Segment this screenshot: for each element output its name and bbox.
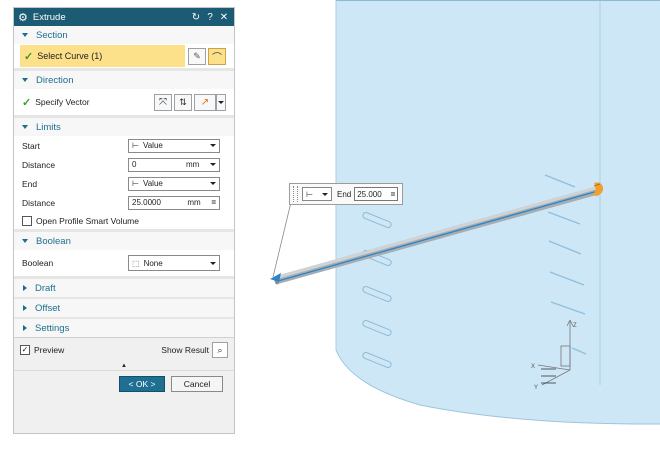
cylinder-body bbox=[336, 0, 660, 425]
caret-down-icon bbox=[22, 78, 28, 82]
inferred-vector-icon: ↗ bbox=[200, 96, 210, 108]
end-distance-label: Distance bbox=[22, 197, 56, 208]
end-label: End bbox=[337, 189, 352, 199]
boolean-label: Boolean bbox=[22, 258, 54, 268]
triad-y-label: Y bbox=[534, 385, 538, 391]
vector-options-dropdown[interactable] bbox=[216, 93, 226, 111]
end-distance-field[interactable]: 25.0000 mm = bbox=[128, 195, 220, 210]
draft-group-label: Draft bbox=[35, 282, 56, 294]
start-distance-unit: mm bbox=[186, 160, 200, 169]
magnifier-icon: ⌕ bbox=[217, 344, 223, 355]
start-select[interactable]: ⊢ Value bbox=[128, 138, 220, 153]
direction-group-label: Direction bbox=[36, 74, 74, 86]
start-value: Value bbox=[142, 141, 163, 150]
tip-leader-line bbox=[272, 197, 293, 278]
end-distance-onscreen-input: ⊢ End 25.000 = bbox=[289, 183, 403, 205]
start-distance-field[interactable]: 0 mm bbox=[128, 157, 220, 172]
check-icon: ✓ bbox=[22, 96, 32, 109]
extrude-dialog: ⚙ Extrude ↻ ? ✕ Section ✓ Select Curve (… bbox=[13, 7, 235, 434]
expand-footer-icon[interactable]: ▲ bbox=[14, 362, 234, 370]
section-group-body: ✓ Select Curve (1) ✎ ⌒ bbox=[14, 44, 234, 68]
end-value-field[interactable]: 25.000 = bbox=[354, 187, 399, 201]
curve-icon: ⌒ bbox=[212, 52, 222, 64]
value-type-icon: ⊢ bbox=[306, 189, 313, 199]
boolean-none-icon: ⬚ bbox=[132, 258, 140, 268]
caret-down-icon bbox=[22, 239, 28, 243]
end-distance-value: 25.0000 bbox=[132, 198, 161, 207]
limits-group-body: Start ⊢ Value Distance 0 mm End ⊢ Value bbox=[14, 136, 234, 229]
select-curve-row[interactable]: ✓ Select Curve (1) bbox=[20, 45, 185, 67]
caret-down-icon bbox=[22, 33, 28, 37]
show-result-button[interactable]: ⌕ bbox=[212, 342, 228, 358]
open-profile-checkbox[interactable] bbox=[22, 215, 32, 226]
preview-checkbox[interactable]: ✓ bbox=[20, 345, 30, 355]
section-group-header[interactable]: Section bbox=[14, 26, 234, 44]
boolean-group-header[interactable]: Boolean bbox=[14, 232, 234, 250]
direction-group-body: ✓ Specify Vector ⤧ ⇅ ↗ bbox=[14, 89, 234, 115]
end-select[interactable]: ⊢ Value bbox=[128, 176, 220, 191]
limits-group-header[interactable]: Limits bbox=[14, 118, 234, 136]
end-value: Value bbox=[142, 179, 163, 188]
reset-icon[interactable]: ↻ bbox=[190, 12, 202, 23]
boolean-select[interactable]: ⬚ None bbox=[128, 255, 220, 271]
limits-group-label: Limits bbox=[36, 121, 61, 133]
caret-right-icon bbox=[23, 325, 27, 331]
grip-handle-icon[interactable] bbox=[293, 186, 298, 202]
reverse-direction-button[interactable]: ⇅ bbox=[174, 93, 192, 111]
start-distance-label: Distance bbox=[22, 159, 56, 170]
dialog-titlebar[interactable]: ⚙ Extrude ↻ ? ✕ bbox=[14, 8, 234, 26]
offset-group-header[interactable]: Offset bbox=[14, 299, 234, 317]
boolean-group-body: Boolean ⬚ None bbox=[14, 250, 234, 276]
triad-x-label: X bbox=[531, 364, 535, 370]
value-type-icon: ⊢ bbox=[132, 179, 139, 188]
preview-label: Preview bbox=[34, 345, 65, 355]
caret-down-icon bbox=[22, 125, 28, 129]
ok-button[interactable]: < OK > bbox=[119, 376, 165, 392]
specify-vector-label[interactable]: Specify Vector bbox=[35, 97, 154, 107]
boolean-value: None bbox=[143, 258, 163, 268]
equals-icon[interactable]: = bbox=[211, 198, 216, 207]
curve-button[interactable]: ⌒ bbox=[208, 47, 226, 65]
dialog-footer: ✓ Preview Show Result ⌕ ▲ < OK > Cancel bbox=[14, 337, 234, 397]
caret-right-icon bbox=[23, 305, 27, 311]
section-group-label: Section bbox=[36, 29, 68, 41]
select-curve-label: Select Curve (1) bbox=[37, 51, 103, 61]
value-type-icon: ⊢ bbox=[132, 141, 139, 150]
check-icon: ✓ bbox=[24, 50, 34, 63]
offset-group-label: Offset bbox=[35, 302, 61, 314]
settings-group-header[interactable]: Settings bbox=[14, 319, 234, 337]
gear-icon: ⚙ bbox=[18, 11, 28, 24]
draft-group-header[interactable]: Draft bbox=[14, 279, 234, 297]
end-label: End bbox=[22, 178, 38, 189]
boolean-group-label: Boolean bbox=[36, 235, 71, 247]
show-result-label: Show Result bbox=[161, 345, 209, 355]
equals-icon[interactable]: = bbox=[391, 190, 396, 199]
reverse-direction-icon: ⇅ bbox=[179, 96, 187, 107]
sketch-section-button[interactable]: ✎ bbox=[188, 47, 206, 65]
help-icon[interactable]: ? bbox=[204, 12, 216, 23]
caret-right-icon bbox=[23, 285, 27, 291]
sketch-icon: ✎ bbox=[193, 50, 201, 61]
end-type-dropdown[interactable]: ⊢ bbox=[302, 187, 332, 201]
chevron-down-icon bbox=[210, 182, 216, 185]
chevron-down-icon bbox=[218, 100, 224, 104]
close-icon[interactable]: ✕ bbox=[218, 12, 230, 23]
vector-dialog-button[interactable]: ⤧ bbox=[154, 93, 172, 111]
open-profile-label: Open Profile Smart Volume bbox=[36, 215, 139, 226]
cancel-button[interactable]: Cancel bbox=[171, 376, 223, 392]
chevron-down-icon bbox=[210, 144, 216, 147]
direction-group-header[interactable]: Direction bbox=[14, 71, 234, 89]
vector-cross-icon: ⤧ bbox=[159, 96, 167, 108]
chevron-down-icon bbox=[210, 163, 216, 166]
end-distance-unit: mm bbox=[187, 198, 201, 207]
triad-z-label: Z bbox=[573, 323, 577, 329]
start-label: Start bbox=[22, 140, 40, 151]
settings-group-label: Settings bbox=[35, 322, 70, 334]
start-distance-value: 0 bbox=[132, 160, 137, 169]
end-value-text: 25.000 bbox=[357, 189, 382, 199]
inferred-vector-button[interactable]: ↗ bbox=[194, 93, 216, 111]
chevron-down-icon bbox=[210, 261, 216, 265]
chevron-down-icon bbox=[322, 192, 328, 196]
dialog-title: Extrude bbox=[32, 11, 66, 23]
